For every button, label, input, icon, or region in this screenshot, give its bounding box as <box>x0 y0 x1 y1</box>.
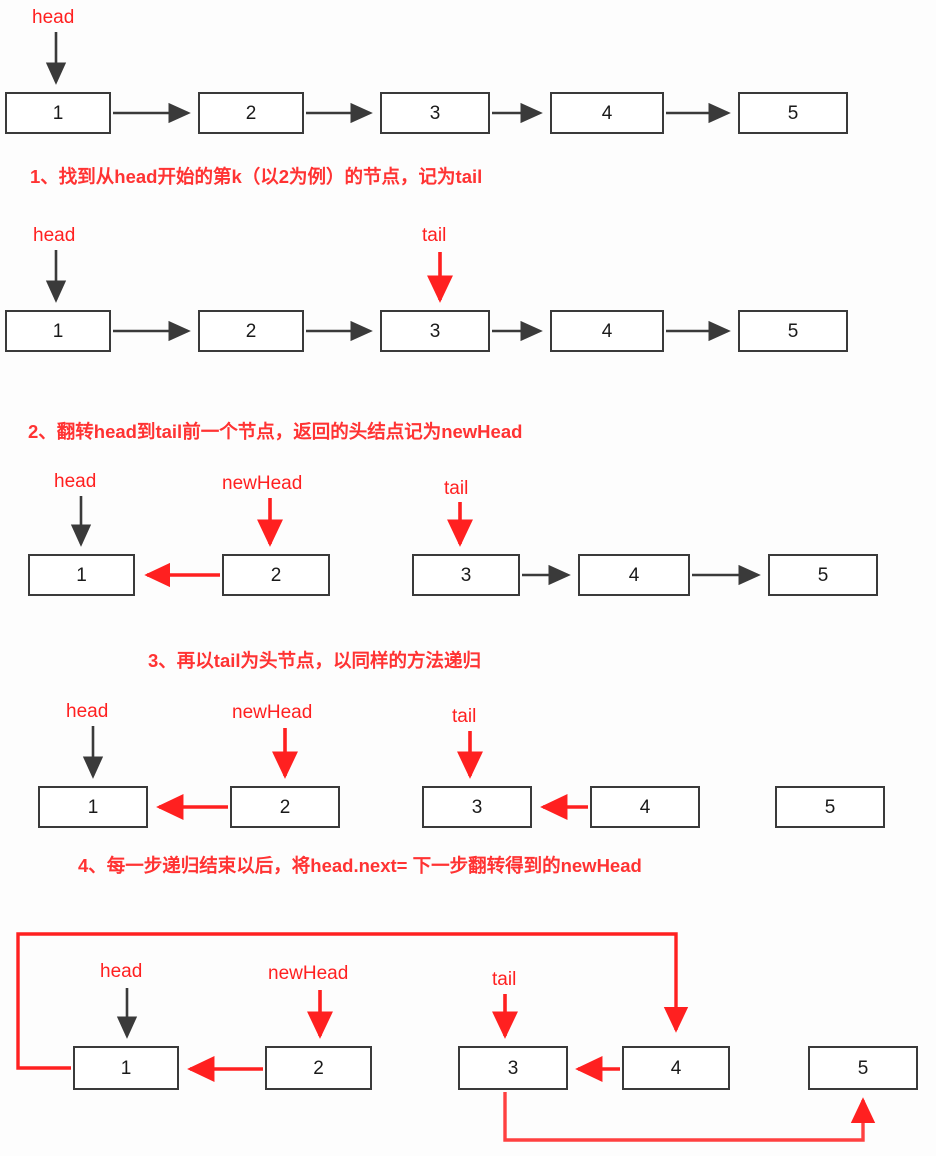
pointer-label-tail: tail <box>492 969 517 990</box>
node-box: 2 <box>222 554 330 596</box>
node-box: 5 <box>808 1046 918 1090</box>
node-box: 1 <box>5 92 111 134</box>
node-box: 3 <box>380 92 490 134</box>
node-box: 4 <box>550 92 664 134</box>
pointer-label-head: head <box>100 961 143 982</box>
pointer-label-head: head <box>32 7 75 28</box>
node-box: 3 <box>458 1046 568 1090</box>
step-caption-2: 2、翻转head到tail前一个节点，返回的头结点记为newHead <box>28 421 523 442</box>
pointer-label-newhead: newHead <box>268 963 349 984</box>
node-box: 4 <box>590 786 700 828</box>
step-caption-1: 1、找到从head开始的第k（以2为例）的节点，记为tail <box>30 166 483 187</box>
node-box: 5 <box>768 554 878 596</box>
node-box: 3 <box>422 786 532 828</box>
pointer-label-tail: tail <box>444 478 469 499</box>
step-caption-4: 4、每一步递归结束以后，将head.next= 下一步翻转得到的newHead <box>78 855 642 876</box>
node-box: 5 <box>738 92 848 134</box>
node-box: 3 <box>380 310 490 352</box>
node-box: 4 <box>578 554 690 596</box>
pointer-label-head: head <box>66 701 109 722</box>
pointer-label-tail: tail <box>422 225 447 246</box>
row5-next-pointer-route-3-to-5 <box>503 1092 876 1142</box>
node-box: 2 <box>198 310 304 352</box>
node-box: 1 <box>5 310 111 352</box>
pointer-label-newhead: newHead <box>232 702 313 723</box>
pointer-label-head: head <box>33 225 76 246</box>
step-caption-3: 3、再以tail为头节点，以同样的方法递归 <box>148 650 482 671</box>
node-box: 1 <box>73 1046 179 1090</box>
node-box: 4 <box>550 310 664 352</box>
node-box: 3 <box>412 554 520 596</box>
pointer-label-head: head <box>54 471 97 492</box>
pointer-label-tail: tail <box>452 706 477 727</box>
node-box: 1 <box>38 786 148 828</box>
node-box: 2 <box>198 92 304 134</box>
node-box: 5 <box>775 786 885 828</box>
diagram-canvas: 1 2 3 4 5 head 1、找到从head开始的第k（以2为例）的节点，记… <box>0 0 936 1156</box>
node-box: 4 <box>622 1046 730 1090</box>
node-box: 2 <box>230 786 340 828</box>
node-box: 1 <box>28 554 135 596</box>
node-box: 2 <box>265 1046 372 1090</box>
pointer-label-newhead: newHead <box>222 473 303 494</box>
node-box: 5 <box>738 310 848 352</box>
